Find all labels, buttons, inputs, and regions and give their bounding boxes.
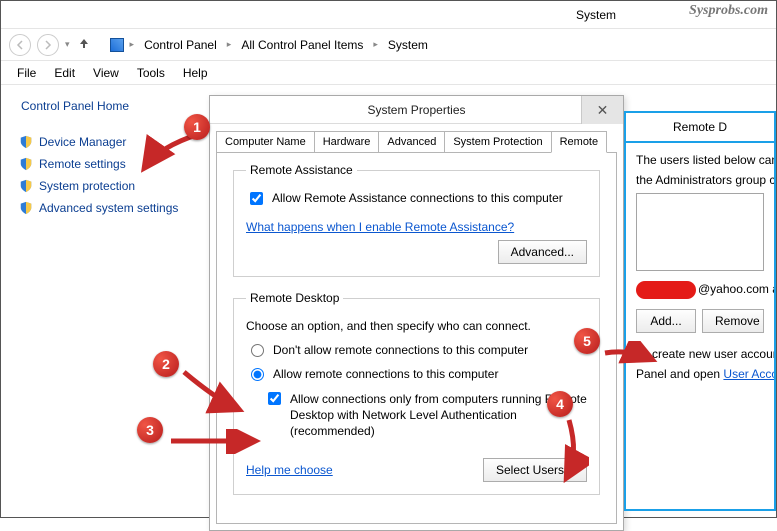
radio-label: Allow remote connections to this compute… <box>273 367 498 381</box>
sidebar-item-label: Device Manager <box>39 135 126 149</box>
info-text: Panel and open User Accounts. <box>636 367 764 381</box>
app-window: Sysprobs.com System ▾ ▸ Control Panel ▸ … <box>0 0 777 518</box>
redacted-username <box>636 281 696 299</box>
help-me-choose-link[interactable]: Help me choose <box>246 463 333 477</box>
info-text: The users listed below can connect <box>636 153 764 167</box>
add-button[interactable]: Add... <box>636 309 696 333</box>
sidebar-item-remote-settings[interactable]: Remote settings <box>19 153 193 175</box>
dialog-title-bar: System Properties ✕ <box>210 96 623 124</box>
dialog-title: Remote D <box>673 120 727 134</box>
menu-tools[interactable]: Tools <box>129 63 173 83</box>
tab-hardware[interactable]: Hardware <box>314 131 380 153</box>
system-properties-dialog: System Properties ✕ Computer NameHardwar… <box>209 95 624 531</box>
menu-help[interactable]: Help <box>175 63 216 83</box>
checkbox-label: Allow Remote Assistance connections to t… <box>272 191 563 205</box>
menu-file[interactable]: File <box>9 63 44 83</box>
select-users-button[interactable]: Select Users... <box>483 458 587 482</box>
remote-users-dialog-titlebar: Remote D <box>624 111 776 141</box>
title-bar: System <box>1 1 776 29</box>
nav-back-button[interactable] <box>9 34 31 56</box>
breadcrumb[interactable]: System <box>384 36 432 54</box>
shield-icon <box>19 157 33 171</box>
group-label: Remote Assistance <box>246 163 357 177</box>
left-nav: Control Panel Home Device Manager Remote … <box>1 87 201 517</box>
shield-icon <box>19 179 33 193</box>
checkbox-label: Allow connections only from computers ru… <box>290 391 587 440</box>
remote-desktop-group: Remote Desktop Choose an option, and the… <box>231 291 602 495</box>
info-text: the Administrators group can conne <box>636 173 764 187</box>
sidebar-item-system-protection[interactable]: System protection <box>19 175 193 197</box>
users-listbox[interactable] <box>636 193 764 271</box>
shield-icon <box>19 135 33 149</box>
address-bar: ▾ ▸ Control Panel ▸ All Control Panel It… <box>1 29 776 61</box>
chevron-right-icon: ▸ <box>373 39 378 50</box>
allow-remote-assistance-checkbox[interactable] <box>250 192 263 205</box>
window-title: System <box>576 8 616 22</box>
tab-strip: Computer NameHardwareAdvancedSystem Prot… <box>210 124 623 152</box>
chevron-right-icon: ▸ <box>130 39 135 50</box>
chevron-right-icon: ▸ <box>227 39 232 50</box>
control-panel-icon <box>110 38 124 52</box>
menu-edit[interactable]: Edit <box>46 63 83 83</box>
tab-remote[interactable]: Remote <box>551 131 608 153</box>
tab-advanced[interactable]: Advanced <box>378 131 445 153</box>
chevron-down-icon[interactable]: ▾ <box>65 39 70 50</box>
shield-icon <box>19 201 33 215</box>
remote-users-dialog: The users listed below can connect the A… <box>624 141 776 511</box>
info-text: To create new user accounts or ad <box>636 347 764 361</box>
nav-up-button[interactable] <box>76 36 92 53</box>
allow-remote-radio[interactable] <box>251 368 264 381</box>
already-has-access-text: @yahoo.com already h <box>636 281 764 299</box>
tab-system-protection[interactable]: System Protection <box>444 131 551 153</box>
remote-assistance-group: Remote Assistance Allow Remote Assistanc… <box>231 163 602 277</box>
content-area: System Properties ✕ Computer NameHardwar… <box>201 87 776 517</box>
menu-view[interactable]: View <box>85 63 127 83</box>
breadcrumb[interactable]: Control Panel <box>140 36 221 54</box>
sidebar-item-label: System protection <box>39 179 135 193</box>
close-icon: ✕ <box>597 102 609 119</box>
menu-bar: File Edit View Tools Help <box>1 61 776 85</box>
control-panel-home-link[interactable]: Control Panel Home <box>21 99 193 113</box>
what-happens-link[interactable]: What happens when I enable Remote Assist… <box>246 220 514 234</box>
rd-intro-text: Choose an option, and then specify who c… <box>246 319 531 333</box>
radio-label: Don't allow remote connections to this c… <box>273 343 528 357</box>
dialog-title: System Properties <box>367 103 465 117</box>
advanced-button[interactable]: Advanced... <box>498 240 587 264</box>
user-accounts-link[interactable]: User Accounts <box>723 367 776 381</box>
sidebar-item-label: Advanced system settings <box>39 201 178 215</box>
sidebar-item-label: Remote settings <box>39 157 126 171</box>
remove-button[interactable]: Remove <box>702 309 764 333</box>
close-button[interactable]: ✕ <box>581 96 623 124</box>
sidebar-item-advanced-system-settings[interactable]: Advanced system settings <box>19 197 193 219</box>
nav-forward-button[interactable] <box>37 34 59 56</box>
tab-computer-name[interactable]: Computer Name <box>216 131 315 153</box>
nla-checkbox[interactable] <box>268 392 281 405</box>
group-label: Remote Desktop <box>246 291 343 305</box>
tab-body-remote: Remote Assistance Allow Remote Assistanc… <box>216 152 617 524</box>
sidebar-item-device-manager[interactable]: Device Manager <box>19 131 193 153</box>
breadcrumb[interactable]: All Control Panel Items <box>237 36 367 54</box>
dont-allow-remote-radio[interactable] <box>251 344 264 357</box>
